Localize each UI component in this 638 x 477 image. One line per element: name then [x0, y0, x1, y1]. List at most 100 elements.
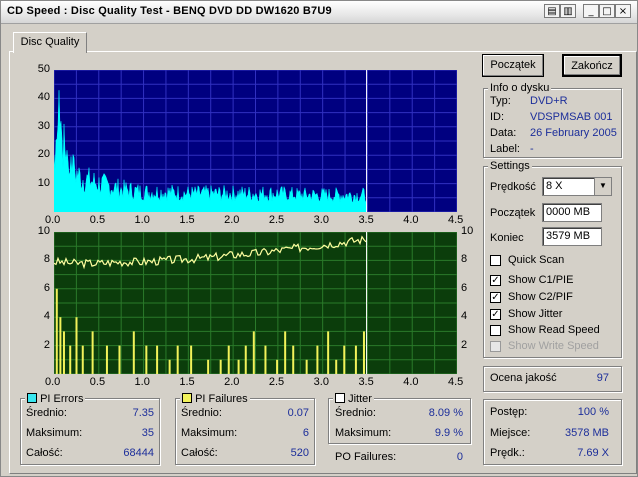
pi-errors-max-label: Maksimum: — [26, 427, 83, 439]
pi-failure-bar — [55, 288, 58, 374]
y-tick-label: 20 — [37, 148, 50, 161]
range-start-input[interactable]: 0000 MB — [542, 203, 602, 222]
pi-failure-bar — [244, 345, 247, 374]
x-tick-label: 3.0 — [313, 214, 329, 226]
pi-failure-bar — [81, 345, 84, 374]
show-c2-label: Show C2/PIF — [508, 291, 573, 303]
quality-label: Ocena jakość — [490, 372, 557, 384]
x-tick-label: 2.5 — [268, 214, 285, 226]
pi-failure-bar — [237, 359, 240, 374]
y-tick-label: 10 — [37, 176, 50, 189]
main-window: CD Speed : Disc Quality Test - BENQ DVD … — [0, 0, 638, 477]
x-tick-label: 4.0 — [403, 214, 419, 226]
show-write-speed-label: Show Write Speed — [508, 340, 599, 352]
quick-scan-checkbox[interactable] — [490, 255, 501, 266]
x-tick-label: 2.0 — [224, 214, 240, 226]
pi-failure-bar — [327, 331, 330, 374]
pi-failure-bar — [252, 331, 255, 374]
pi-failure-bar — [276, 359, 279, 374]
pi-failure-bar — [219, 359, 222, 374]
pi-failure-bar — [59, 317, 62, 374]
jitter-max-value: 9.9 % — [434, 427, 463, 439]
label-value: - — [530, 143, 534, 155]
pi-failure-bar — [62, 331, 65, 374]
pi-failure-bar — [69, 345, 72, 374]
y-tick-label: 30 — [37, 119, 50, 132]
read-speed-label: Prędk.: — [490, 447, 525, 459]
x-tick-label: 1.5 — [179, 214, 195, 226]
pi-errors-total-label: Całość: — [26, 447, 63, 459]
pi-failures-total-value: 520 — [290, 447, 309, 459]
pi-failures-title-wrap: PI Failures — [180, 392, 250, 405]
pi-failures-legend-swatch — [182, 393, 192, 403]
x-tick-label: 3.5 — [358, 214, 374, 226]
stop-button[interactable]: Zakończ — [562, 54, 622, 77]
date-value: 26 February 2005 — [530, 127, 617, 139]
jitter-title-wrap: Jitter — [333, 392, 374, 405]
jitter-avg-value: 8.09 % — [428, 407, 463, 419]
show-c2-checkbox[interactable]: ✓ — [490, 292, 501, 303]
x-tick-label: 3.5 — [358, 376, 374, 388]
y-tick-label: 4 — [461, 310, 468, 323]
pi-failure-bar — [227, 345, 230, 374]
pi-errors-avg-label: Średnio: — [26, 407, 67, 419]
window-title: CD Speed : Disc Quality Test - BENQ DVD … — [7, 5, 332, 17]
menu-icon[interactable]: ▤ — [544, 4, 560, 18]
y-tick-label: 6 — [461, 281, 468, 294]
y-tick-label: 6 — [43, 281, 50, 294]
po-failures-value: 0 — [456, 451, 463, 463]
maximize-button[interactable]: □ — [599, 4, 615, 18]
place-label: Miejsce: — [490, 427, 531, 439]
show-write-speed-checkbox — [490, 341, 501, 352]
pi-failure-bar — [207, 359, 210, 374]
show-read-speed-checkbox[interactable] — [490, 325, 501, 336]
pi-failure-bar — [105, 345, 108, 374]
y-tick-label: 8 — [461, 253, 468, 266]
pi-failure-bar — [190, 345, 193, 374]
close-button[interactable]: × — [615, 4, 631, 18]
start-button[interactable]: Początek — [482, 54, 544, 77]
pi-failure-bar — [91, 331, 94, 374]
y-tick-label: 10 — [461, 225, 474, 237]
pi-failure-bar — [145, 345, 148, 374]
tab-disc-quality[interactable]: Disc Quality — [13, 32, 87, 53]
pi-failure-bar — [75, 317, 78, 374]
show-c1-checkbox[interactable]: ✓ — [490, 275, 501, 286]
speed-label: Prędkość — [490, 181, 536, 193]
x-tick-label: 2.0 — [224, 376, 240, 388]
quick-scan-label: Quick Scan — [508, 254, 565, 266]
quality-value: 97 — [596, 372, 609, 384]
read-speed-value: 7.69 X — [577, 447, 609, 459]
settings-title: Settings — [488, 160, 532, 172]
pi-errors-avg-value: 7.35 — [132, 407, 154, 419]
minimize-button[interactable]: _ — [583, 4, 599, 18]
pi-failures-title: PI Failures — [195, 393, 248, 405]
pi-failure-bar — [292, 345, 295, 374]
range-end-input[interactable]: 3579 MB — [542, 227, 602, 246]
y-tick-label: 2 — [43, 338, 50, 351]
po-failures-label: PO Failures: — [335, 451, 397, 463]
progress-value: 100 % — [577, 406, 609, 418]
show-jitter-checkbox[interactable]: ✓ — [490, 309, 501, 320]
pi-failures-chart — [54, 232, 457, 374]
range-end-label: Koniec — [490, 232, 524, 244]
type-value: DVD+R — [530, 95, 568, 107]
save-icon[interactable]: ▥ — [560, 4, 576, 18]
range-start-label: Początek — [490, 207, 536, 219]
pi-failure-bar — [132, 331, 135, 374]
x-tick-label: 1.0 — [134, 376, 150, 388]
x-tick-label: 0.5 — [89, 376, 106, 388]
label-label: Label: — [490, 143, 520, 155]
pi-failures-avg-label: Średnio: — [181, 407, 222, 419]
x-tick-label: 3.0 — [313, 376, 329, 388]
speed-select[interactable]: 8 X ▼ — [542, 177, 612, 196]
pi-failure-bar — [316, 345, 319, 374]
pi-errors-chart — [54, 70, 457, 212]
pi-failures-total-label: Całość: — [181, 447, 218, 459]
pi-failure-bar — [343, 345, 346, 374]
y-tick-label: 4 — [43, 310, 50, 323]
x-tick-label: 2.5 — [268, 376, 285, 388]
place-value: 3578 MB — [564, 427, 609, 439]
pi-failure-bar — [362, 331, 365, 374]
chevron-down-icon[interactable]: ▼ — [594, 178, 611, 195]
